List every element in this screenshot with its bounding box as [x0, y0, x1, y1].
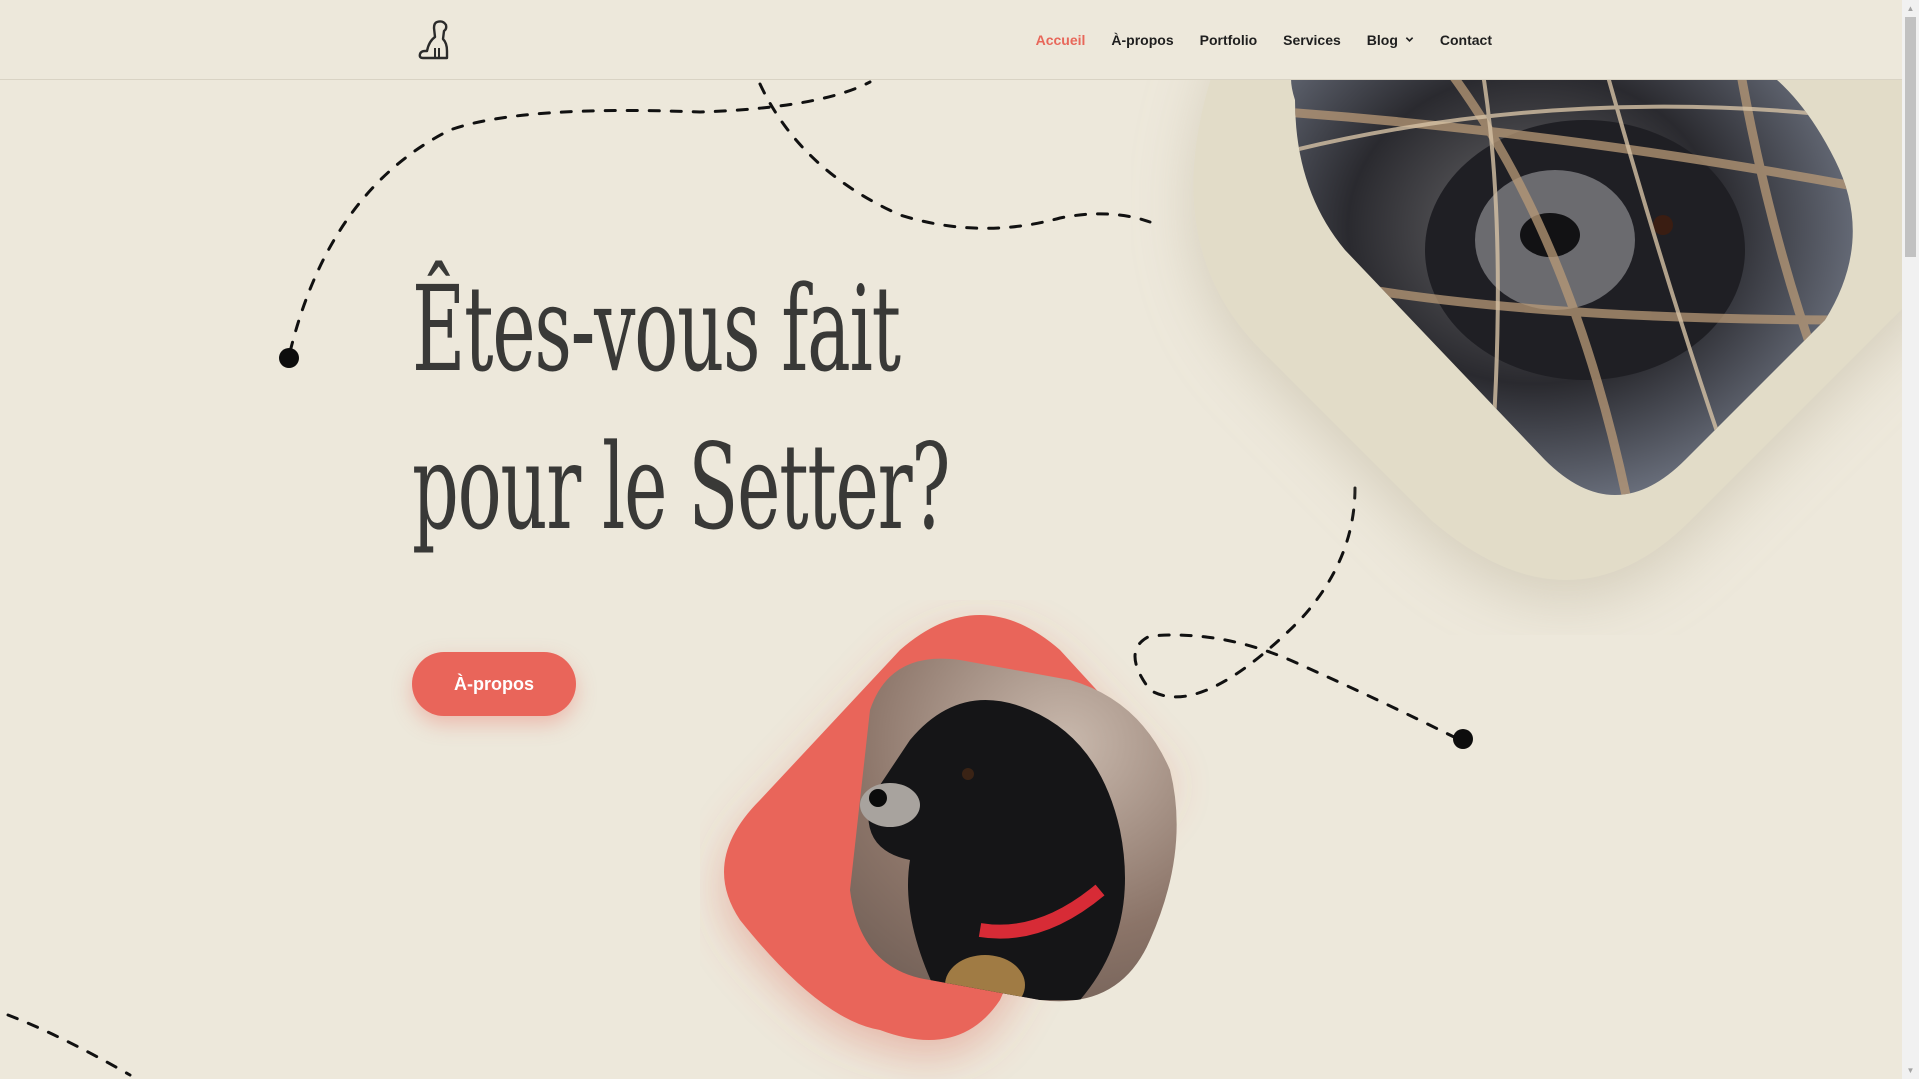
dog-logo-icon[interactable]: [415, 18, 455, 62]
nav-item-blog[interactable]: Blog: [1367, 32, 1414, 48]
nav-item-contact[interactable]: Contact: [1440, 32, 1492, 48]
nav-item-a-propos[interactable]: À-propos: [1111, 32, 1173, 48]
page-scrollbar[interactable]: ▲ ▼: [1902, 0, 1919, 1079]
setter-photo-bottom: [724, 615, 1177, 1040]
hero-title-line2: pour le Setter?: [412, 418, 951, 556]
site-header: Accueil À-propos Portfolio Services Blog…: [0, 0, 1902, 80]
chevron-down-icon: [1405, 37, 1414, 42]
setter-photo-top: [1291, 40, 1853, 495]
nav-item-portfolio[interactable]: Portfolio: [1200, 32, 1258, 48]
scroll-up-icon[interactable]: ▲: [1902, 0, 1919, 17]
nav-label: Portfolio: [1199, 31, 1258, 48]
page-viewport: Accueil À-propos Portfolio Services Blog…: [0, 0, 1902, 1079]
main-nav: Accueil À-propos Portfolio Services Blog…: [1010, 0, 1492, 79]
nav-label: À-propos: [1111, 31, 1174, 48]
nav-label: Services: [1283, 31, 1341, 48]
hero-title: Êtes-vous fait pour le Setter?: [412, 250, 951, 566]
nav-label: Blog: [1366, 31, 1398, 48]
nav-label: Accueil: [1035, 31, 1086, 48]
a-propos-button[interactable]: À-propos: [412, 652, 576, 716]
nav-item-services[interactable]: Services: [1283, 32, 1341, 48]
hero-title-line1: Êtes-vous fait: [412, 260, 901, 398]
scroll-thumb[interactable]: [1905, 17, 1916, 257]
nav-item-accueil[interactable]: Accueil: [1036, 32, 1086, 48]
nav-label: Contact: [1439, 31, 1492, 48]
scroll-down-icon[interactable]: ▼: [1902, 1062, 1919, 1079]
